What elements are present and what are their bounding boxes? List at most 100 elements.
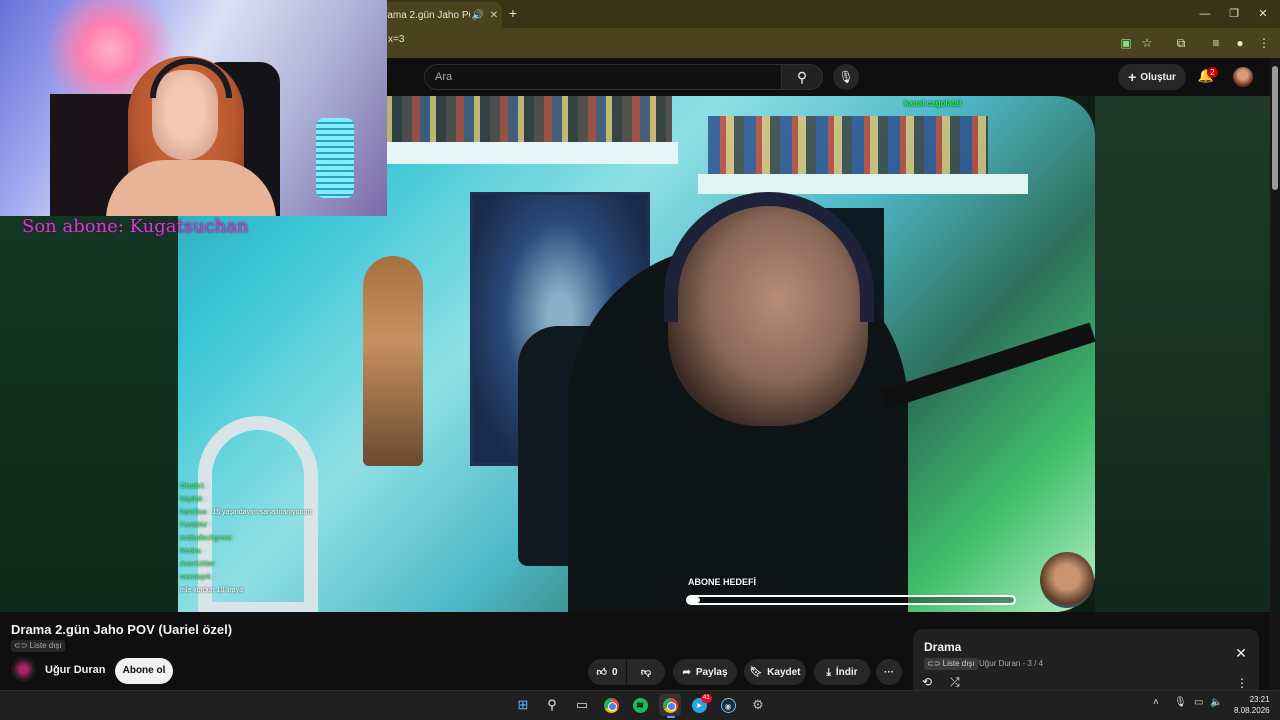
window-close-icon[interactable]: ✕ <box>1248 5 1278 23</box>
plus-icon: + <box>1128 69 1137 85</box>
chat-message: Medos : <box>180 545 360 558</box>
chat-message: heyduk : <box>180 493 360 506</box>
bookmark-star-icon[interactable]: ☆ <box>1137 33 1157 53</box>
chrome-icon[interactable] <box>600 694 622 716</box>
create-label: Oluştur <box>1140 71 1176 83</box>
scrollbar-thumb[interactable] <box>1272 66 1278 190</box>
windows-start-icon[interactable]: ⊞ <box>512 694 534 716</box>
playlist-unlisted-badge: ⊂⊃ Liste dışı <box>924 658 978 670</box>
chat-message: mle kurdun 10 liraya <box>180 584 360 597</box>
chat-username: Okado1 <box>180 483 205 490</box>
chat-message: FunWAV : <box>180 519 360 532</box>
tab-title: rama 2.gün Jaho POV <box>384 9 470 21</box>
minimize-icon[interactable]: — <box>1190 5 1220 23</box>
stream-chat-overlay: Okado1 : heyduk : hamitiuu : 15 yaşındayım… <box>180 480 360 597</box>
chat-username: mrdsullechgmmt <box>180 535 232 542</box>
playlist-more-icon[interactable]: ⋮ <box>1236 676 1248 690</box>
shuffle-icon[interactable]: ⤮ <box>950 675 960 690</box>
channel-avatar[interactable] <box>11 657 36 682</box>
channel-name[interactable]: Uğur Duran <box>45 664 106 676</box>
microphone-icon: 🎙 <box>838 70 854 84</box>
dislike-button[interactable]: 👎︎ <box>627 659 665 685</box>
stream-watermark: kanal cagolabil <box>904 99 962 108</box>
subscribe-button[interactable]: Abone ol <box>115 658 173 684</box>
chat-username: hamitiuu <box>180 509 207 516</box>
tab-close-icon[interactable]: ✕ <box>486 10 502 21</box>
taskbar-search-icon[interactable]: ⚲ <box>541 694 563 716</box>
chat-text: : <box>206 483 209 490</box>
link-icon: ⊂⊃ <box>14 641 30 650</box>
download-icon: ⤓ <box>826 666 831 678</box>
notification-count-badge: 2 <box>1207 67 1218 78</box>
chat-message: Okado1 : <box>180 480 360 493</box>
chat-username: AnerKirkler <box>180 561 215 568</box>
more-actions-button[interactable]: ··· <box>876 659 902 685</box>
playlist-title[interactable]: Drama <box>924 640 961 654</box>
search-button[interactable]: ⚲ <box>781 64 823 90</box>
playlist-unlisted-label: Liste dışı <box>942 659 975 668</box>
active-app-indicator <box>667 716 675 718</box>
chat-message: hamitiuu : 15 yaşındayım sana inanıyorum <box>180 506 360 519</box>
chat-text: : 15 yaşındayım sana inanıyorum <box>208 509 312 516</box>
chat-text: : <box>202 548 205 555</box>
sub-goal-progress-fill <box>688 597 700 603</box>
more-horizontal-icon: ··· <box>884 666 894 678</box>
task-view-icon[interactable]: ▭ <box>571 694 593 716</box>
spotify-icon[interactable]: ≋ <box>629 694 651 716</box>
bookmark-icon: 🔖︎ <box>749 666 763 678</box>
avatar[interactable] <box>1233 67 1253 87</box>
sub-goal-label: ABONE HEDEFİ <box>688 577 757 587</box>
create-button[interactable]: + Oluştur <box>1118 64 1186 90</box>
last-subscriber-text: Son abone: Kugatsuchan <box>22 216 249 237</box>
tray-volume-icon[interactable]: 🔈 <box>1210 697 1222 708</box>
voice-search-button[interactable]: 🎙 <box>833 64 859 90</box>
url-text[interactable]: x=3 <box>388 34 404 45</box>
unlisted-label: Liste dışı <box>29 641 62 650</box>
rgb-microphone <box>316 118 354 198</box>
chat-text: : <box>209 522 212 529</box>
cast-icon[interactable]: ▣ <box>1116 33 1136 53</box>
chat-message: memtoprk : <box>180 571 360 584</box>
extensions-icon[interactable]: ⧉ <box>1171 33 1191 53</box>
browser-tab-active[interactable]: rama 2.gün Jaho POV 🔊 ✕ <box>378 2 502 28</box>
new-tab-icon[interactable]: + <box>504 4 522 22</box>
playlist-close-icon[interactable]: ✕ <box>1232 644 1250 662</box>
chat-username: memtoprk <box>180 574 212 581</box>
chat-text: : <box>216 561 219 568</box>
settings-gear-icon[interactable]: ⚙ <box>747 694 769 716</box>
search-input[interactable]: Ara <box>424 64 782 90</box>
like-button[interactable]: 👍︎ 0 <box>588 659 626 685</box>
download-button[interactable]: ⤓ İndir <box>814 659 870 685</box>
share-button[interactable]: ➦ Paylaş <box>673 659 737 685</box>
restore-icon[interactable]: ❐ <box>1219 5 1249 23</box>
taskbar-clock[interactable]: 23:21 8.08.2026 <box>1234 694 1270 716</box>
tray-display-icon[interactable]: ▭ <box>1194 697 1203 708</box>
chat-text: mle kurdun 10 liraya <box>180 587 244 594</box>
playlist-meta: Uğur Duran - 3 / 4 <box>979 659 1044 668</box>
thumbs-down-icon: 👎︎ <box>640 667 652 678</box>
tray-chevron-up-icon[interactable]: ˄ <box>1153 697 1159 708</box>
chat-message: AnerKirkler : <box>180 558 360 571</box>
like-count: 0 <box>611 666 618 678</box>
download-label: İndir <box>835 666 858 678</box>
chat-message: mrdsullechgmmt : <box>180 532 360 545</box>
steam-icon[interactable]: ◉ <box>717 694 739 716</box>
save-button[interactable]: 🔖︎ Kaydet <box>744 659 806 685</box>
chat-username: heyduk <box>180 496 203 503</box>
media-controls-icon[interactable]: ≡ <box>1206 33 1226 53</box>
green-background-right <box>1095 96 1270 612</box>
microphone-arm <box>880 322 1095 410</box>
clock-time: 23:21 <box>1249 695 1270 704</box>
tray-microphone-icon[interactable]: 🎙 <box>1174 697 1187 708</box>
link-icon: ⊂⊃ <box>927 659 943 668</box>
sub-goal-progress-bar <box>686 595 1016 605</box>
search-icon: ⚲ <box>796 69 808 85</box>
telegram-unread-badge: 41 <box>701 694 712 703</box>
chrome-active-icon[interactable] <box>659 694 681 716</box>
speaker-icon[interactable]: 🔊 <box>470 10 486 21</box>
wall-shelf <box>698 174 1028 194</box>
browser-profile-icon[interactable]: ● <box>1230 33 1250 53</box>
browser-menu-icon[interactable]: ⋮ <box>1254 33 1274 53</box>
chat-username: FunWAV <box>180 522 208 529</box>
loop-icon[interactable]: ⟲ <box>922 675 932 689</box>
